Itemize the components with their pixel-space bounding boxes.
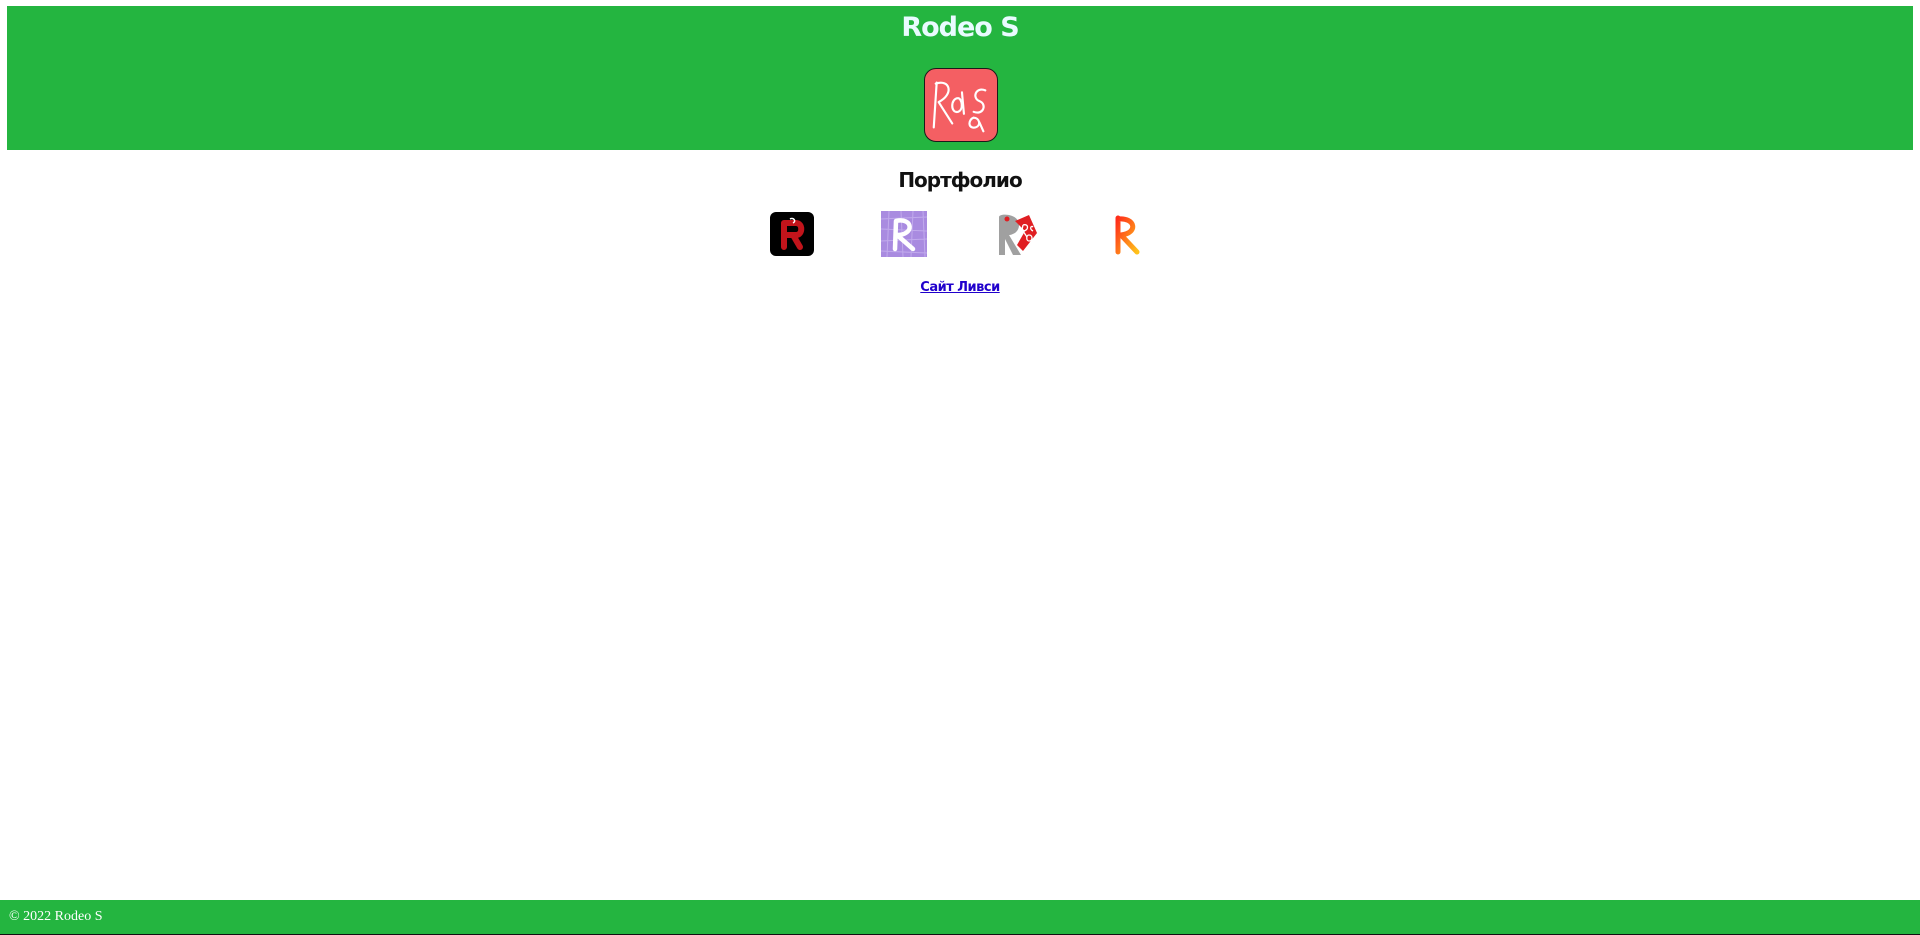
portfolio-gradient-r-icon[interactable] <box>1105 211 1151 257</box>
portfolio-gallery <box>0 211 1920 257</box>
livsi-site-link-wrapper: Сайт Ливси <box>0 280 1920 295</box>
site-title: Rodeo S <box>901 12 1019 43</box>
rodeo-s-logo-icon <box>924 68 998 142</box>
portfolio-red-r-dark-icon[interactable] <box>769 211 815 257</box>
portfolio-white-r-purple-icon[interactable] <box>881 211 927 257</box>
footer-copyright: © 2022 Rodeo S <box>9 909 103 924</box>
portfolio-grey-r-rodeo-icon[interactable] <box>993 211 1039 257</box>
site-header: Rodeo S <box>7 6 1913 150</box>
portfolio-heading: Портфолио <box>898 168 1022 192</box>
livsi-site-link[interactable]: Сайт Ливси <box>920 280 1000 295</box>
page: Rodeo S Портфолио Сайт Ливси © 2022 Rode… <box>0 0 1920 935</box>
site-footer: © 2022 Rodeo S <box>0 900 1920 935</box>
